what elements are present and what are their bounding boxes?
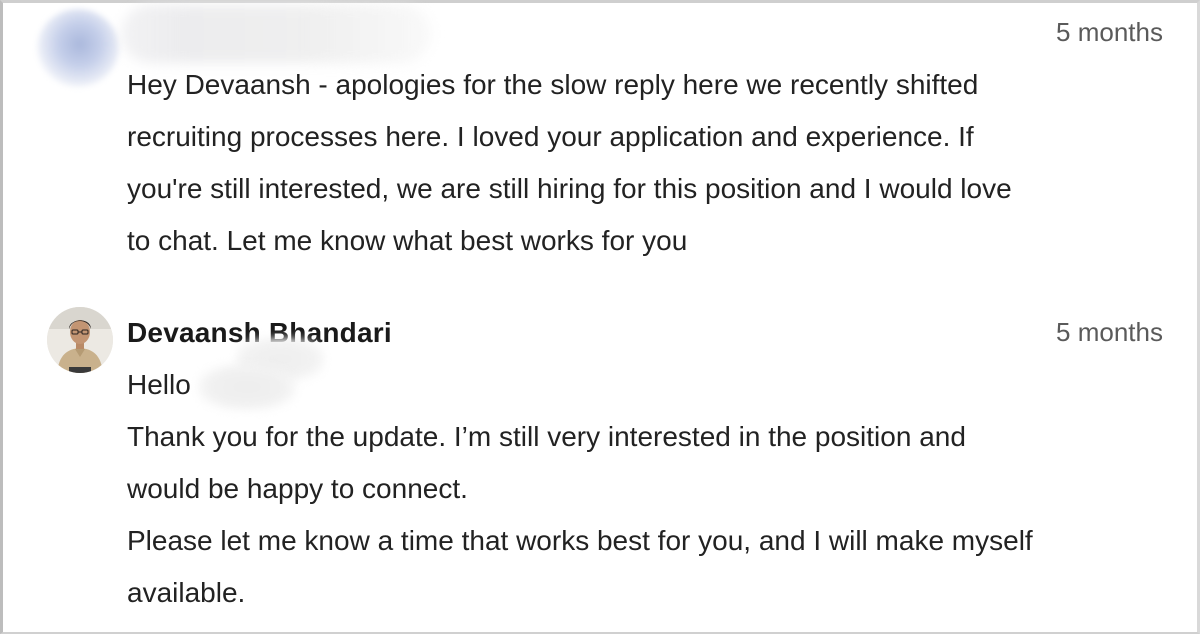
message-greeting: Hello [127, 359, 1177, 411]
message-line: available. [127, 577, 246, 608]
message-body: Hey Devaansh - apologies for the slow re… [127, 59, 1177, 267]
message-line: recruiting processes here. I loved your … [127, 121, 974, 152]
message-line: Thank you for the update. I’m still very… [127, 421, 966, 452]
message-timestamp: 5 months [1056, 17, 1163, 47]
conversation-panel: 5 months Hey Devaansh - apologies for th… [0, 0, 1200, 634]
message-timestamp: 5 months [1056, 317, 1163, 347]
message-line: to chat. Let me know what best works for… [127, 225, 688, 256]
person-photo-icon [47, 307, 113, 373]
redacted-recipient-name [196, 362, 297, 411]
recruiter-avatar[interactable] [37, 9, 119, 87]
message-line: Hey Devaansh - apologies for the slow re… [127, 69, 979, 100]
message-item: 5 months Hey Devaansh - apologies for th… [3, 3, 1200, 293]
user-avatar[interactable] [47, 307, 113, 373]
message-body: Hello Thank you for the update. I’m stil… [127, 359, 1177, 619]
message-line: Please let me know a time that works bes… [127, 525, 1033, 556]
message-line: would be happy to connect. [127, 473, 468, 504]
message-item: Devaansh Bhandari 5 months Hello Thank y… [3, 293, 1200, 634]
message-line: you're still interested, we are still hi… [127, 173, 1012, 204]
greeting-text: Hello [127, 369, 191, 400]
sender-name-redacted[interactable] [121, 5, 431, 63]
